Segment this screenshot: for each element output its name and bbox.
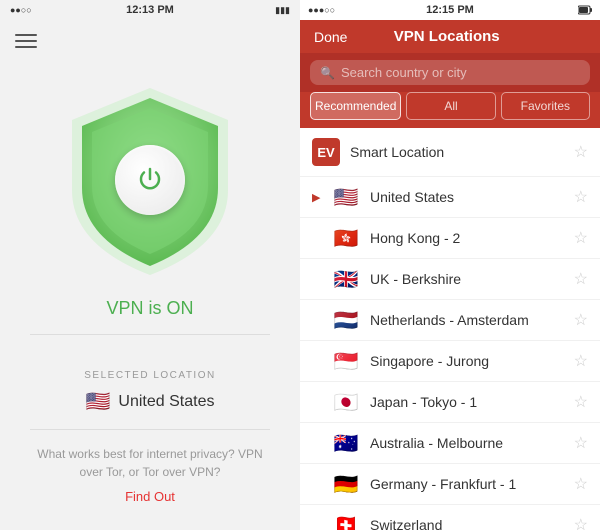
- right-time: 12:15 PM: [426, 4, 474, 16]
- star-icon-ch[interactable]: ☆: [574, 515, 588, 530]
- right-panel: ●●●○○ 12:15 PM Done VPN Locations 🔍 Reco…: [300, 0, 600, 530]
- right-battery: [578, 5, 592, 15]
- list-item-smart[interactable]: EV Smart Location ☆: [300, 128, 600, 177]
- tab-recommended[interactable]: Recommended: [310, 92, 401, 120]
- left-panel: ●●○○ 12:13 PM ▮▮▮: [0, 0, 300, 530]
- tab-all[interactable]: All: [406, 92, 495, 120]
- us-flag-left: 🇺🇸: [86, 389, 111, 414]
- left-battery: ▮▮▮: [275, 5, 290, 16]
- tabs-row: Recommended All Favorites: [300, 92, 600, 128]
- privacy-text: What works best for internet privacy? VP…: [0, 445, 300, 481]
- star-icon-au[interactable]: ☆: [574, 433, 588, 453]
- star-icon-hk[interactable]: ☆: [574, 228, 588, 248]
- divider2: [30, 429, 270, 430]
- list-item-nl[interactable]: 🇳🇱 Netherlands - Amsterdam ☆: [300, 300, 600, 341]
- flag-hk: 🇭🇰: [332, 228, 360, 248]
- location-list: EV Smart Location ☆ ▶ 🇺🇸 United States ☆…: [300, 128, 600, 530]
- selected-location: 🇺🇸 United States: [86, 389, 215, 414]
- flag-au: 🇦🇺: [332, 433, 360, 453]
- flag-jp: 🇯🇵: [332, 392, 360, 412]
- left-time: 12:13 PM: [126, 4, 174, 16]
- selected-location-name: United States: [118, 393, 214, 411]
- star-icon-de[interactable]: ☆: [574, 474, 588, 494]
- right-signal-icons: ●●●○○: [308, 5, 335, 15]
- expand-icon-us: ▶: [312, 191, 322, 204]
- battery-icon: [578, 5, 592, 15]
- list-item-hk[interactable]: 🇭🇰 Hong Kong - 2 ☆: [300, 218, 600, 259]
- right-status-bar: ●●●○○ 12:15 PM: [300, 0, 600, 20]
- flag-ch: 🇨🇭: [332, 515, 360, 530]
- flag-uk: 🇬🇧: [332, 269, 360, 289]
- location-name-de: Germany - Frankfurt - 1: [370, 476, 564, 492]
- right-header: Done VPN Locations: [300, 20, 600, 53]
- list-item-de[interactable]: 🇩🇪 Germany - Frankfurt - 1 ☆: [300, 464, 600, 505]
- list-item-jp[interactable]: 🇯🇵 Japan - Tokyo - 1 ☆: [300, 382, 600, 423]
- find-out-link[interactable]: Find Out: [125, 489, 175, 504]
- location-name-jp: Japan - Tokyo - 1: [370, 394, 564, 410]
- smart-location-icon: EV: [312, 138, 340, 166]
- star-icon-jp[interactable]: ☆: [574, 392, 588, 412]
- left-signal-icons: ●●○○: [10, 5, 32, 15]
- flag-us: 🇺🇸: [332, 187, 360, 207]
- search-input-wrap: 🔍: [310, 60, 590, 85]
- done-button[interactable]: Done: [314, 29, 347, 45]
- search-bar: 🔍: [300, 53, 600, 92]
- list-item-uk[interactable]: 🇬🇧 UK - Berkshire ☆: [300, 259, 600, 300]
- left-status-bar: ●●○○ 12:13 PM ▮▮▮: [0, 0, 300, 20]
- vpn-status-text: VPN is ON: [106, 298, 193, 319]
- shield-container: [60, 80, 240, 280]
- list-item-sg[interactable]: 🇸🇬 Singapore - Jurong ☆: [300, 341, 600, 382]
- selected-location-label: SELECTED LOCATION: [84, 370, 215, 381]
- tab-favorites[interactable]: Favorites: [501, 92, 590, 120]
- star-icon-nl[interactable]: ☆: [574, 310, 588, 330]
- divider: [30, 334, 270, 335]
- list-item-us[interactable]: ▶ 🇺🇸 United States ☆: [300, 177, 600, 218]
- flag-nl: 🇳🇱: [332, 310, 360, 330]
- panel-title: VPN Locations: [394, 28, 500, 45]
- star-icon-smart[interactable]: ☆: [574, 142, 588, 162]
- list-item-ch[interactable]: 🇨🇭 Switzerland ☆: [300, 505, 600, 530]
- location-name-nl: Netherlands - Amsterdam: [370, 312, 564, 328]
- location-name-us: United States: [370, 189, 564, 205]
- flag-de: 🇩🇪: [332, 474, 360, 494]
- star-icon-sg[interactable]: ☆: [574, 351, 588, 371]
- power-button[interactable]: [115, 145, 185, 215]
- star-icon-uk[interactable]: ☆: [574, 269, 588, 289]
- list-item-au[interactable]: 🇦🇺 Australia - Melbourne ☆: [300, 423, 600, 464]
- location-name-uk: UK - Berkshire: [370, 271, 564, 287]
- location-name-smart: Smart Location: [350, 144, 564, 160]
- power-icon: [135, 165, 165, 195]
- flag-sg: 🇸🇬: [332, 351, 360, 371]
- location-name-hk: Hong Kong - 2: [370, 230, 564, 246]
- location-name-au: Australia - Melbourne: [370, 435, 564, 451]
- star-icon-us[interactable]: ☆: [574, 187, 588, 207]
- location-name-sg: Singapore - Jurong: [370, 353, 564, 369]
- hamburger-menu-button[interactable]: [15, 30, 37, 52]
- search-icon: 🔍: [320, 66, 335, 80]
- search-input[interactable]: [341, 65, 580, 80]
- location-name-ch: Switzerland: [370, 517, 564, 530]
